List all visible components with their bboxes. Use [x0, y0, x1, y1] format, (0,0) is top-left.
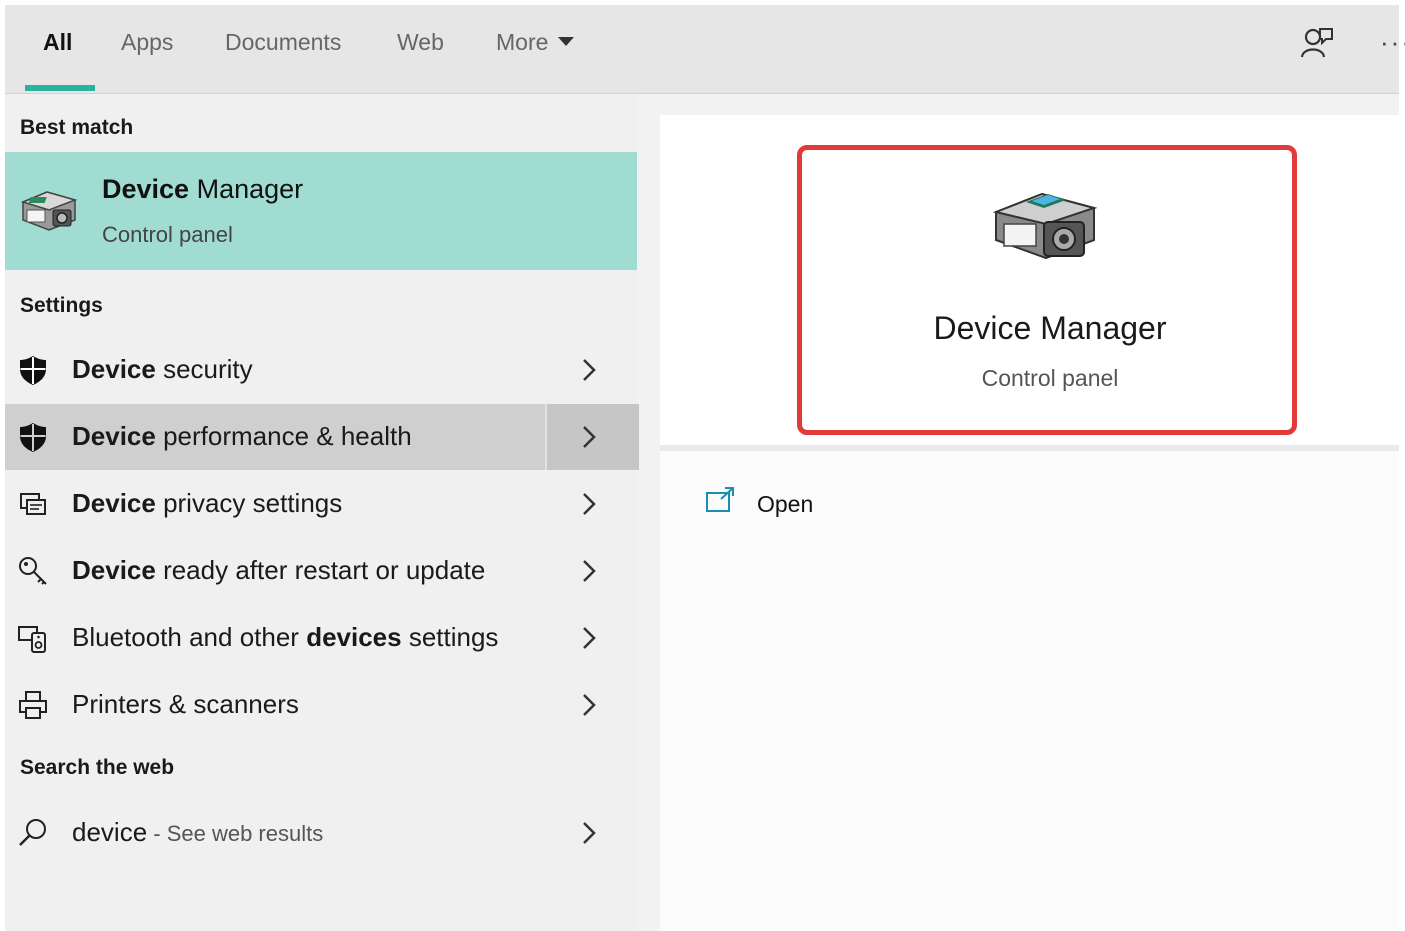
shield-icon	[20, 423, 46, 452]
preview-title: Device Manager	[933, 310, 1167, 346]
device-manager-icon	[20, 191, 78, 231]
settings-item-label: Device ready after restart or update	[72, 555, 486, 585]
preview-card: Device Manager Control panel	[660, 115, 1399, 451]
section-search-web: Search the web	[20, 756, 175, 779]
tab-web[interactable]: Web	[397, 29, 444, 56]
open-label: Open	[757, 491, 814, 517]
web-result-item[interactable]: device - See web results	[5, 800, 637, 866]
settings-item-device-ready[interactable]: Device ready after restart or update	[5, 538, 637, 604]
chevron-right-icon	[583, 694, 596, 716]
web-result-label: device - See web results	[72, 817, 324, 847]
tab-more[interactable]: More	[496, 29, 575, 56]
caret-down-icon	[558, 37, 575, 47]
chevron-right-icon	[583, 493, 596, 515]
chevron-right-icon	[583, 359, 596, 381]
settings-item-label: Device security	[72, 354, 253, 384]
preview-pane: Device Manager Control panel Open	[660, 115, 1399, 931]
tab-more-label: More	[496, 29, 549, 55]
settings-item-device-privacy[interactable]: Device privacy settings	[5, 471, 637, 537]
section-settings: Settings	[20, 294, 103, 317]
chevron-right-icon	[583, 426, 596, 448]
feedback-button[interactable]	[1300, 25, 1334, 61]
feedback-person-icon	[1300, 28, 1333, 58]
key-icon	[19, 557, 47, 585]
device-manager-icon	[992, 192, 1098, 260]
printer-icon	[19, 691, 47, 719]
tab-documents[interactable]: Documents	[225, 29, 341, 56]
preview-subtitle: Control panel	[981, 365, 1119, 391]
settings-item-label: Device performance & health	[72, 421, 412, 451]
shield-icon	[20, 356, 46, 385]
settings-item-device-security[interactable]: Device security	[5, 337, 637, 403]
privacy-icon	[20, 493, 46, 515]
search-icon	[19, 819, 46, 846]
settings-item-device-performance[interactable]: Device performance & health	[5, 404, 639, 470]
open-action[interactable]: Open	[705, 485, 905, 525]
tab-apps[interactable]: Apps	[121, 29, 173, 56]
chevron-right-icon	[583, 822, 596, 844]
tab-all[interactable]: All	[43, 29, 72, 56]
best-match-item[interactable]: Device Manager Control panel	[5, 152, 637, 270]
settings-item-label: Bluetooth and other devices settings	[72, 622, 499, 652]
best-match-subtitle: Control panel	[102, 222, 233, 247]
active-tab-indicator	[25, 85, 95, 91]
chevron-right-icon	[583, 627, 596, 649]
best-match-title: Device Manager	[102, 174, 304, 204]
section-best-match: Best match	[20, 116, 134, 139]
settings-item-bluetooth-devices[interactable]: Bluetooth and other devices settings	[5, 605, 637, 671]
results-list: Best match Device Manager Control panel …	[5, 94, 639, 931]
more-options-button[interactable]: ···	[1380, 27, 1405, 58]
search-tabs-bar: All Apps Documents Web More ···	[5, 5, 1405, 94]
settings-item-label: Printers & scanners	[72, 689, 299, 719]
chevron-right-icon	[583, 560, 596, 582]
search-window: All Apps Documents Web More ··· Best mat…	[5, 5, 1405, 931]
settings-item-label: Device privacy settings	[72, 488, 343, 518]
bluetooth-devices-icon	[18, 626, 46, 653]
settings-item-printers[interactable]: Printers & scanners	[5, 672, 637, 738]
open-icon	[706, 487, 734, 512]
